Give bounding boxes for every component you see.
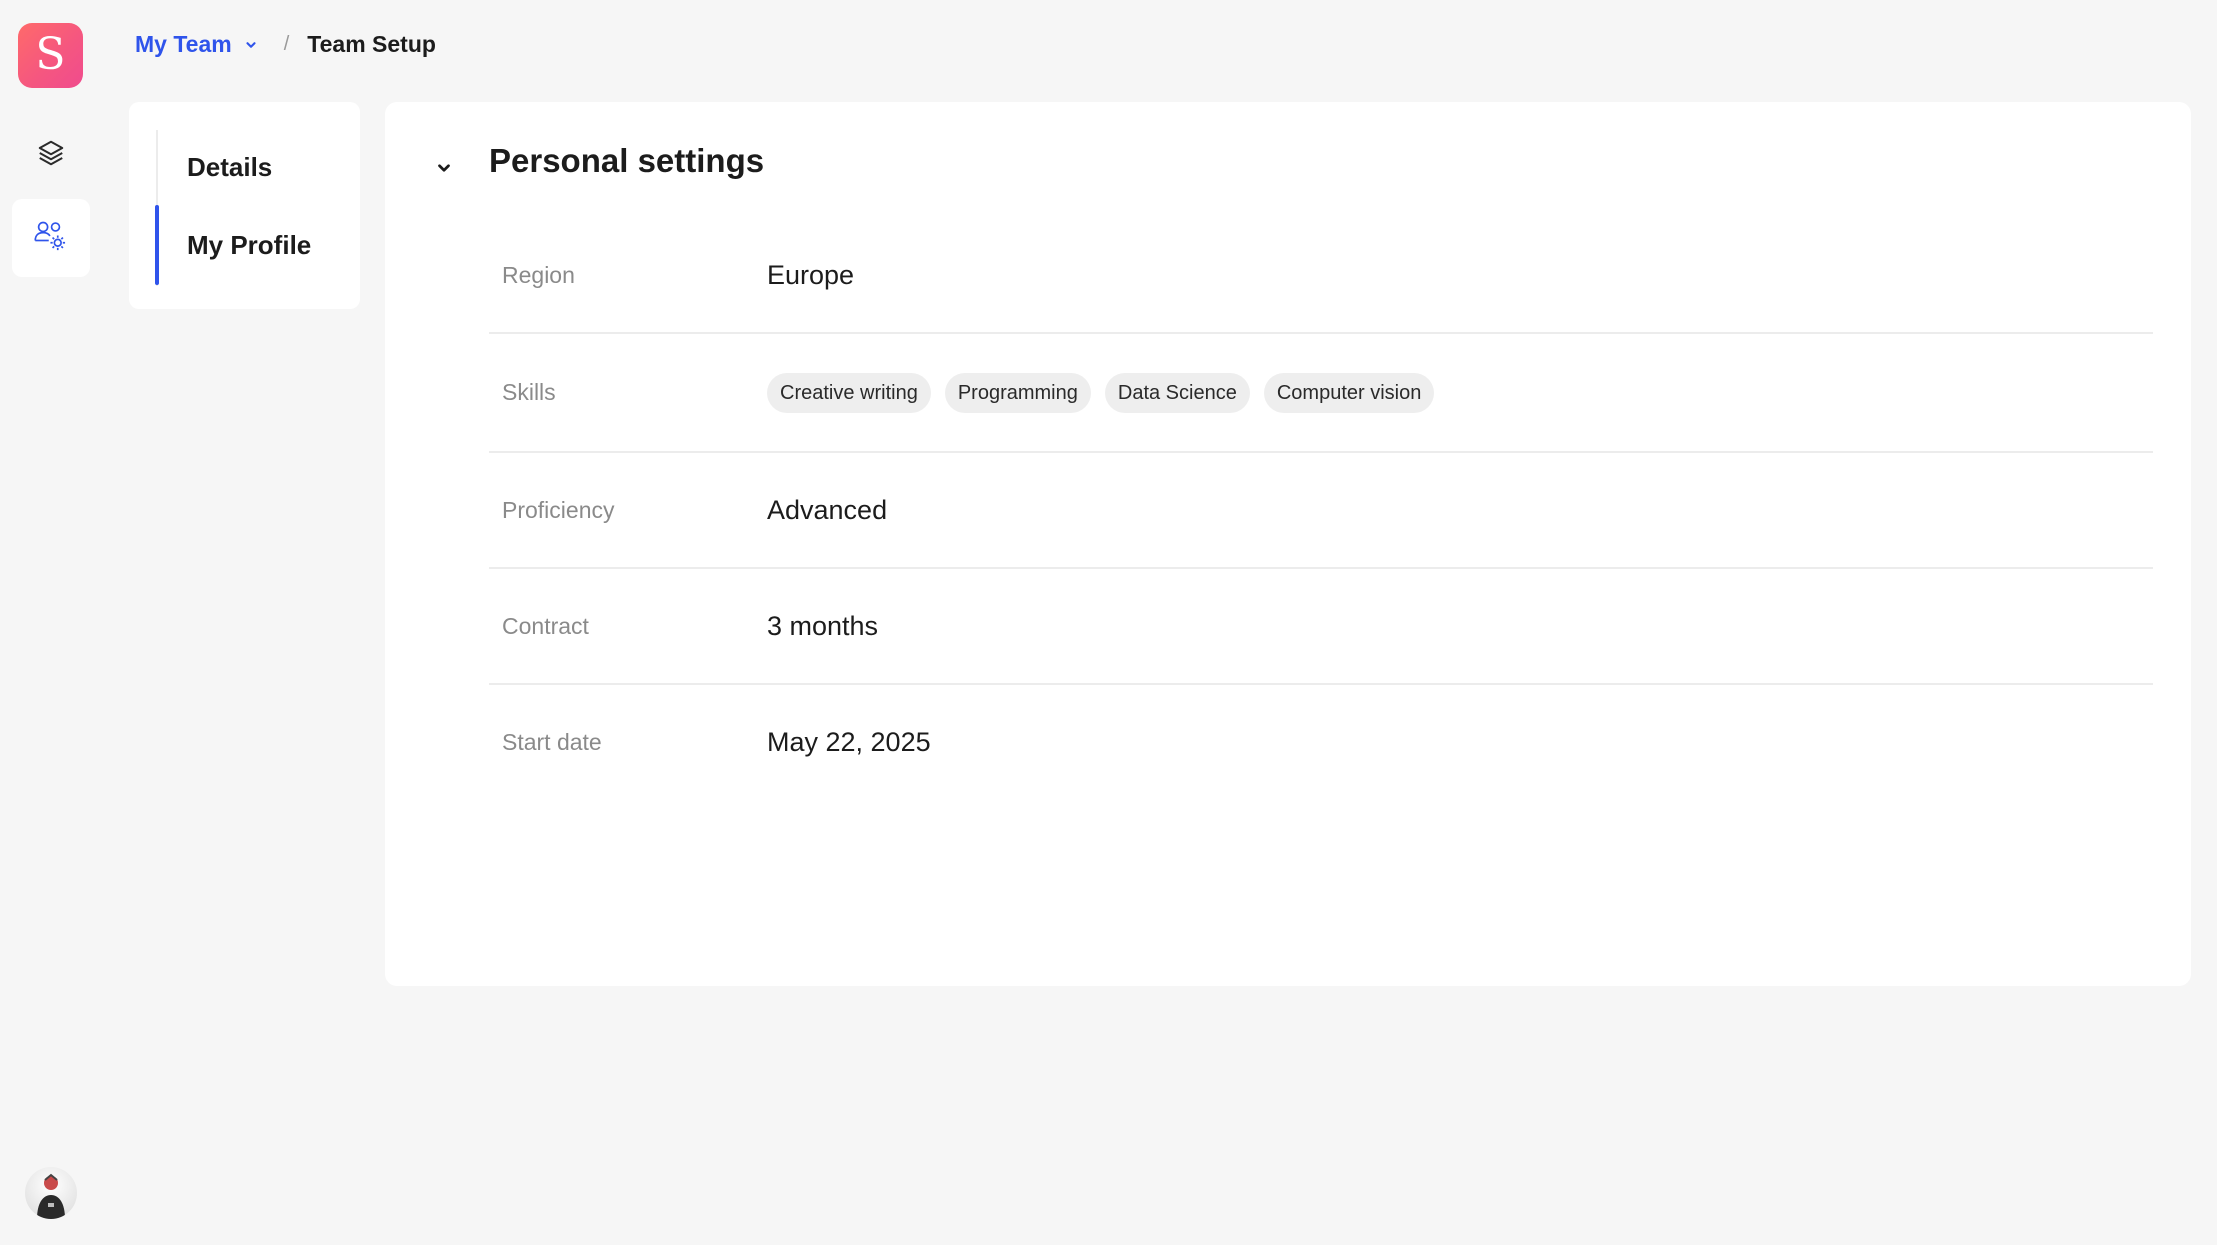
breadcrumb-current: Team Setup [307, 30, 436, 57]
rail-item-layers[interactable] [12, 116, 90, 194]
subnav-active-indicator [155, 205, 159, 285]
field-row-start-date: Start date May 22, 2025 [489, 685, 2153, 799]
breadcrumb-separator: / [283, 32, 290, 55]
field-label: Contract [502, 612, 589, 639]
field-value-proficiency: Advanced [767, 494, 888, 525]
section-collapse-toggle[interactable] [432, 158, 456, 182]
field-value-region: Europe [767, 259, 855, 290]
field-label: Proficiency [502, 496, 615, 523]
field-label: Region [502, 261, 575, 288]
settings-fields: Region Europe Skills Creative writing Pr… [489, 218, 2153, 799]
skill-tag: Data Science [1104, 372, 1250, 413]
team-settings-icon [33, 218, 69, 259]
chevron-down-icon [435, 159, 453, 182]
breadcrumb-team-dropdown[interactable]: My Team [135, 31, 258, 58]
field-row-skills: Skills Creative writing Programming Data… [489, 334, 2153, 453]
field-value-start-date: May 22, 2025 [767, 726, 931, 757]
subnav-item-my-profile[interactable]: My Profile [187, 230, 311, 261]
settings-subnav: Details My Profile [129, 102, 360, 309]
logo-letter: S [35, 28, 66, 80]
field-row-region: Region Europe [489, 218, 2153, 334]
skill-tag: Creative writing [767, 372, 931, 413]
skill-tag: Computer vision [1263, 372, 1435, 413]
breadcrumb: My Team / Team Setup [135, 28, 436, 60]
personal-settings-panel: Personal settings Region Europe Skills C… [385, 102, 2191, 986]
rail-item-team-settings[interactable] [12, 199, 90, 277]
field-row-contract: Contract 3 months [489, 569, 2153, 685]
field-label: Skills [502, 379, 556, 405]
section-title: Personal settings [489, 142, 765, 179]
field-value-contract: 3 months [767, 610, 879, 641]
user-avatar[interactable] [25, 1167, 77, 1219]
layers-icon [36, 138, 66, 173]
field-label: Start date [502, 728, 602, 755]
left-rail: S [0, 0, 101, 1245]
breadcrumb-team-label: My Team [135, 30, 232, 57]
skills-tag-list: Creative writing Programming Data Scienc… [767, 372, 1435, 413]
app-logo[interactable]: S [18, 23, 83, 88]
field-row-proficiency: Proficiency Advanced [489, 453, 2153, 569]
chevron-down-icon [232, 31, 258, 58]
subnav-item-details[interactable]: Details [187, 152, 272, 183]
skill-tag: Programming [944, 372, 1091, 413]
